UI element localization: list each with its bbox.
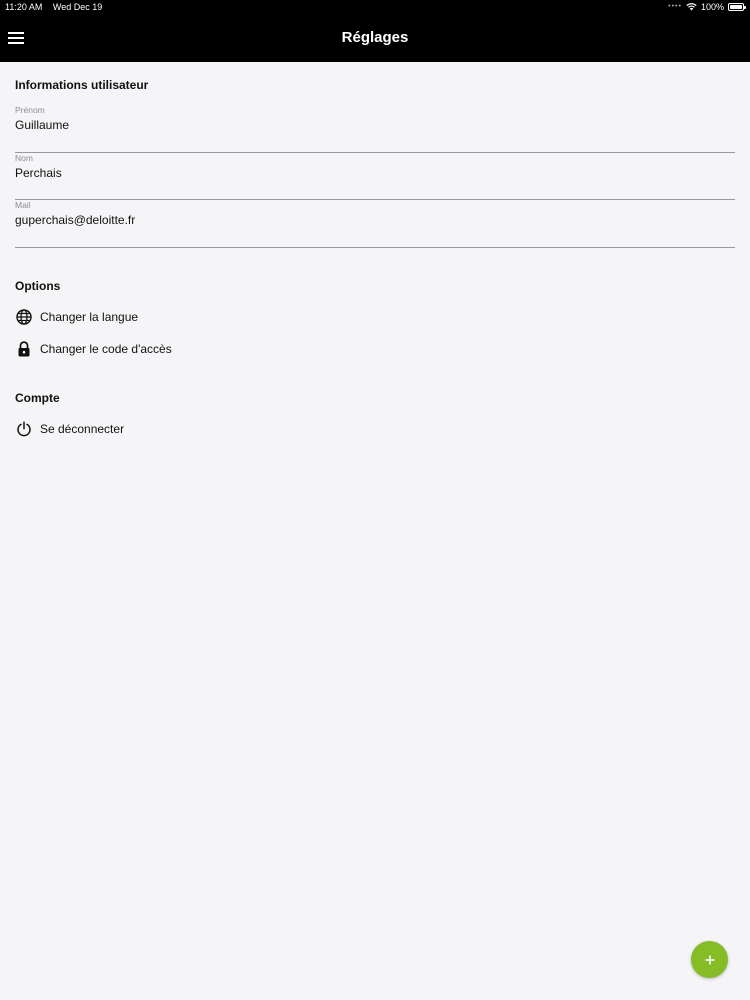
status-time: 11:20 AM: [5, 2, 43, 12]
signal-icon: ••••: [668, 3, 682, 10]
add-button[interactable]: [691, 941, 728, 978]
status-right: •••• 100%: [668, 0, 746, 14]
email-field[interactable]: Mail guperchais@deloitte.fr: [15, 200, 735, 248]
status-bar: 11:20 AM Wed Dec 19 •••• 100%: [0, 0, 750, 14]
first-name-field[interactable]: Prénom Guillaume: [15, 105, 735, 153]
power-icon: [15, 420, 32, 437]
change-language-label: Changer la langue: [40, 309, 139, 324]
wifi-icon: [686, 3, 697, 11]
last-name-label: Nom: [15, 152, 33, 163]
lock-icon: [15, 340, 32, 357]
account-section: Compte Se déconnecter: [15, 391, 735, 445]
battery-fill: [730, 5, 742, 9]
user-info-section: Informations utilisateur Prénom Guillaum…: [15, 62, 735, 248]
change-passcode-option[interactable]: Changer le code d'accès: [15, 333, 735, 365]
logout-label: Se déconnecter: [40, 421, 125, 436]
options-section: Options Changer la langue Changer le cod…: [15, 279, 735, 365]
battery-percent: 100%: [700, 2, 724, 12]
change-language-option[interactable]: Changer la langue: [15, 301, 735, 333]
first-name-value: Guillaume: [15, 118, 70, 132]
account-section-title: Compte: [15, 390, 60, 405]
change-passcode-label: Changer le code d'accès: [40, 341, 172, 356]
email-label: Mail: [15, 200, 31, 210]
battery-icon: [728, 3, 746, 11]
page-title: Réglages: [341, 29, 409, 46]
plus-icon: [705, 955, 714, 964]
status-date: Wed Dec 19: [52, 2, 103, 12]
options-section-title: Options: [15, 278, 61, 293]
last-name-value: Perchais: [15, 165, 62, 180]
status-left: 11:20 AM Wed Dec 19: [5, 0, 110, 14]
user-info-section-title: Informations utilisateur: [15, 78, 149, 92]
logout-option[interactable]: Se déconnecter: [15, 413, 735, 445]
last-name-field[interactable]: Nom Perchais: [15, 152, 735, 200]
nav-bar: Réglages: [0, 14, 750, 62]
first-name-label: Prénom: [15, 105, 45, 115]
email-value: guperchais@deloitte.fr: [15, 213, 136, 227]
globe-icon: [15, 308, 32, 325]
settings-content: Informations utilisateur Prénom Guillaum…: [15, 62, 735, 445]
